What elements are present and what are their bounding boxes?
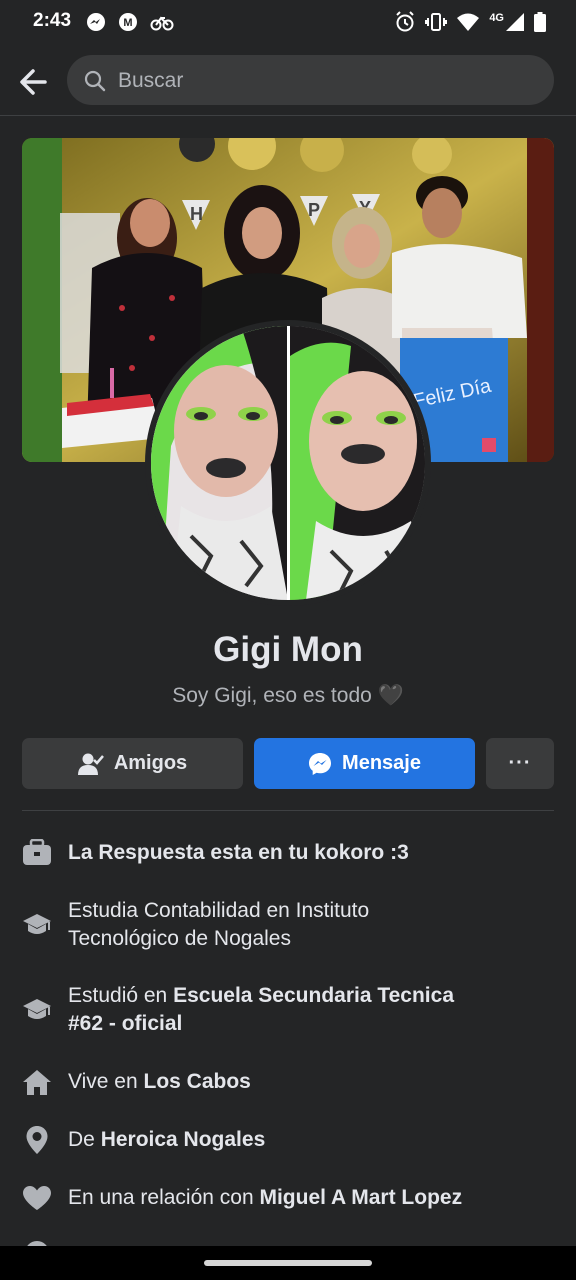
search-placeholder: Buscar bbox=[118, 69, 184, 92]
heart-icon bbox=[22, 1183, 52, 1213]
profile-avatar[interactable] bbox=[151, 326, 425, 600]
messenger-icon bbox=[87, 13, 105, 31]
signal-icon bbox=[506, 13, 524, 31]
message-button[interactable]: Mensaje bbox=[254, 738, 475, 789]
back-arrow-icon bbox=[20, 69, 47, 95]
messenger-icon bbox=[309, 752, 332, 775]
vibrate-icon bbox=[425, 13, 448, 31]
studied-school-line2: #62 - oficial bbox=[68, 1012, 183, 1035]
info-from[interactable]: De Heroica Nogales bbox=[22, 1125, 554, 1155]
relationship-prefix: En una relación con bbox=[68, 1186, 260, 1209]
search-icon bbox=[84, 70, 106, 92]
alarm-icon bbox=[396, 11, 415, 32]
briefcase-icon bbox=[22, 838, 52, 868]
banner-letter: H bbox=[190, 204, 203, 224]
graduation-cap-icon bbox=[22, 910, 52, 940]
wifi-icon bbox=[457, 13, 480, 31]
system-icons: 4G bbox=[395, 11, 546, 33]
location-pin-icon bbox=[22, 1125, 52, 1155]
profile-bio: Soy Gigi, eso es todo 🖤 bbox=[172, 684, 404, 707]
clock-icon bbox=[22, 1238, 52, 1246]
notification-icons: M bbox=[86, 12, 174, 32]
from-prefix: De bbox=[68, 1128, 101, 1151]
studies-line2: Tecnológico de Nogales bbox=[68, 927, 291, 950]
system-navigation-bar bbox=[0, 1246, 576, 1280]
search-input[interactable]: Buscar bbox=[67, 55, 554, 105]
more-options-button[interactable]: ··· bbox=[486, 738, 554, 789]
info-lives-in[interactable]: Vive en Los Cabos bbox=[22, 1067, 554, 1097]
section-divider bbox=[22, 810, 554, 811]
back-button[interactable] bbox=[14, 62, 54, 102]
battery-icon bbox=[534, 12, 546, 32]
network-type: 4G bbox=[489, 12, 504, 24]
friend-check-icon bbox=[77, 753, 104, 775]
work-text: La Respuesta esta en tu kokoro :3 bbox=[68, 841, 409, 864]
studied-school-line1: Escuela Secundaria Tecnica bbox=[173, 984, 454, 1007]
info-relationship[interactable]: En una relación con Miguel A Mart Lopez bbox=[22, 1183, 554, 1213]
home-icon bbox=[22, 1067, 52, 1097]
more-options-icon: ··· bbox=[508, 752, 532, 774]
info-studies[interactable]: Estudia Contabilidad en Instituto Tecnol… bbox=[22, 897, 554, 953]
from-city: Heroica Nogales bbox=[100, 1128, 266, 1151]
status-time: 2:43 bbox=[33, 10, 72, 31]
message-button-label: Mensaje bbox=[342, 752, 421, 774]
home-gesture-handle[interactable] bbox=[204, 1260, 372, 1266]
friends-button[interactable]: Amigos bbox=[22, 738, 243, 789]
info-studied[interactable]: Estudió en Escuela Secundaria Tecnica #6… bbox=[22, 982, 554, 1038]
studied-prefix: Estudió en bbox=[68, 984, 174, 1007]
header-divider bbox=[0, 115, 576, 116]
profile-name: Gigi Mon bbox=[213, 630, 363, 669]
mail-icon: M bbox=[119, 13, 137, 31]
lives-city: Los Cabos bbox=[143, 1070, 251, 1093]
status-bar: 2:43 M 4G bbox=[0, 0, 576, 44]
banner-letter: P bbox=[308, 200, 320, 220]
bike-icon bbox=[150, 16, 174, 31]
search-header: Buscar bbox=[0, 50, 576, 112]
info-work[interactable]: La Respuesta esta en tu kokoro :3 bbox=[22, 838, 554, 868]
lives-prefix: Vive en bbox=[68, 1070, 144, 1093]
friends-button-label: Amigos bbox=[113, 752, 188, 774]
relationship-partner: Miguel A Mart Lopez bbox=[259, 1186, 463, 1209]
graduation-cap-icon bbox=[22, 995, 52, 1025]
studies-line1: Estudia Contabilidad en Instituto bbox=[68, 899, 370, 922]
svg-text:M: M bbox=[123, 17, 132, 29]
avatar-image bbox=[151, 326, 425, 600]
info-next-row-partial bbox=[22, 1238, 554, 1246]
